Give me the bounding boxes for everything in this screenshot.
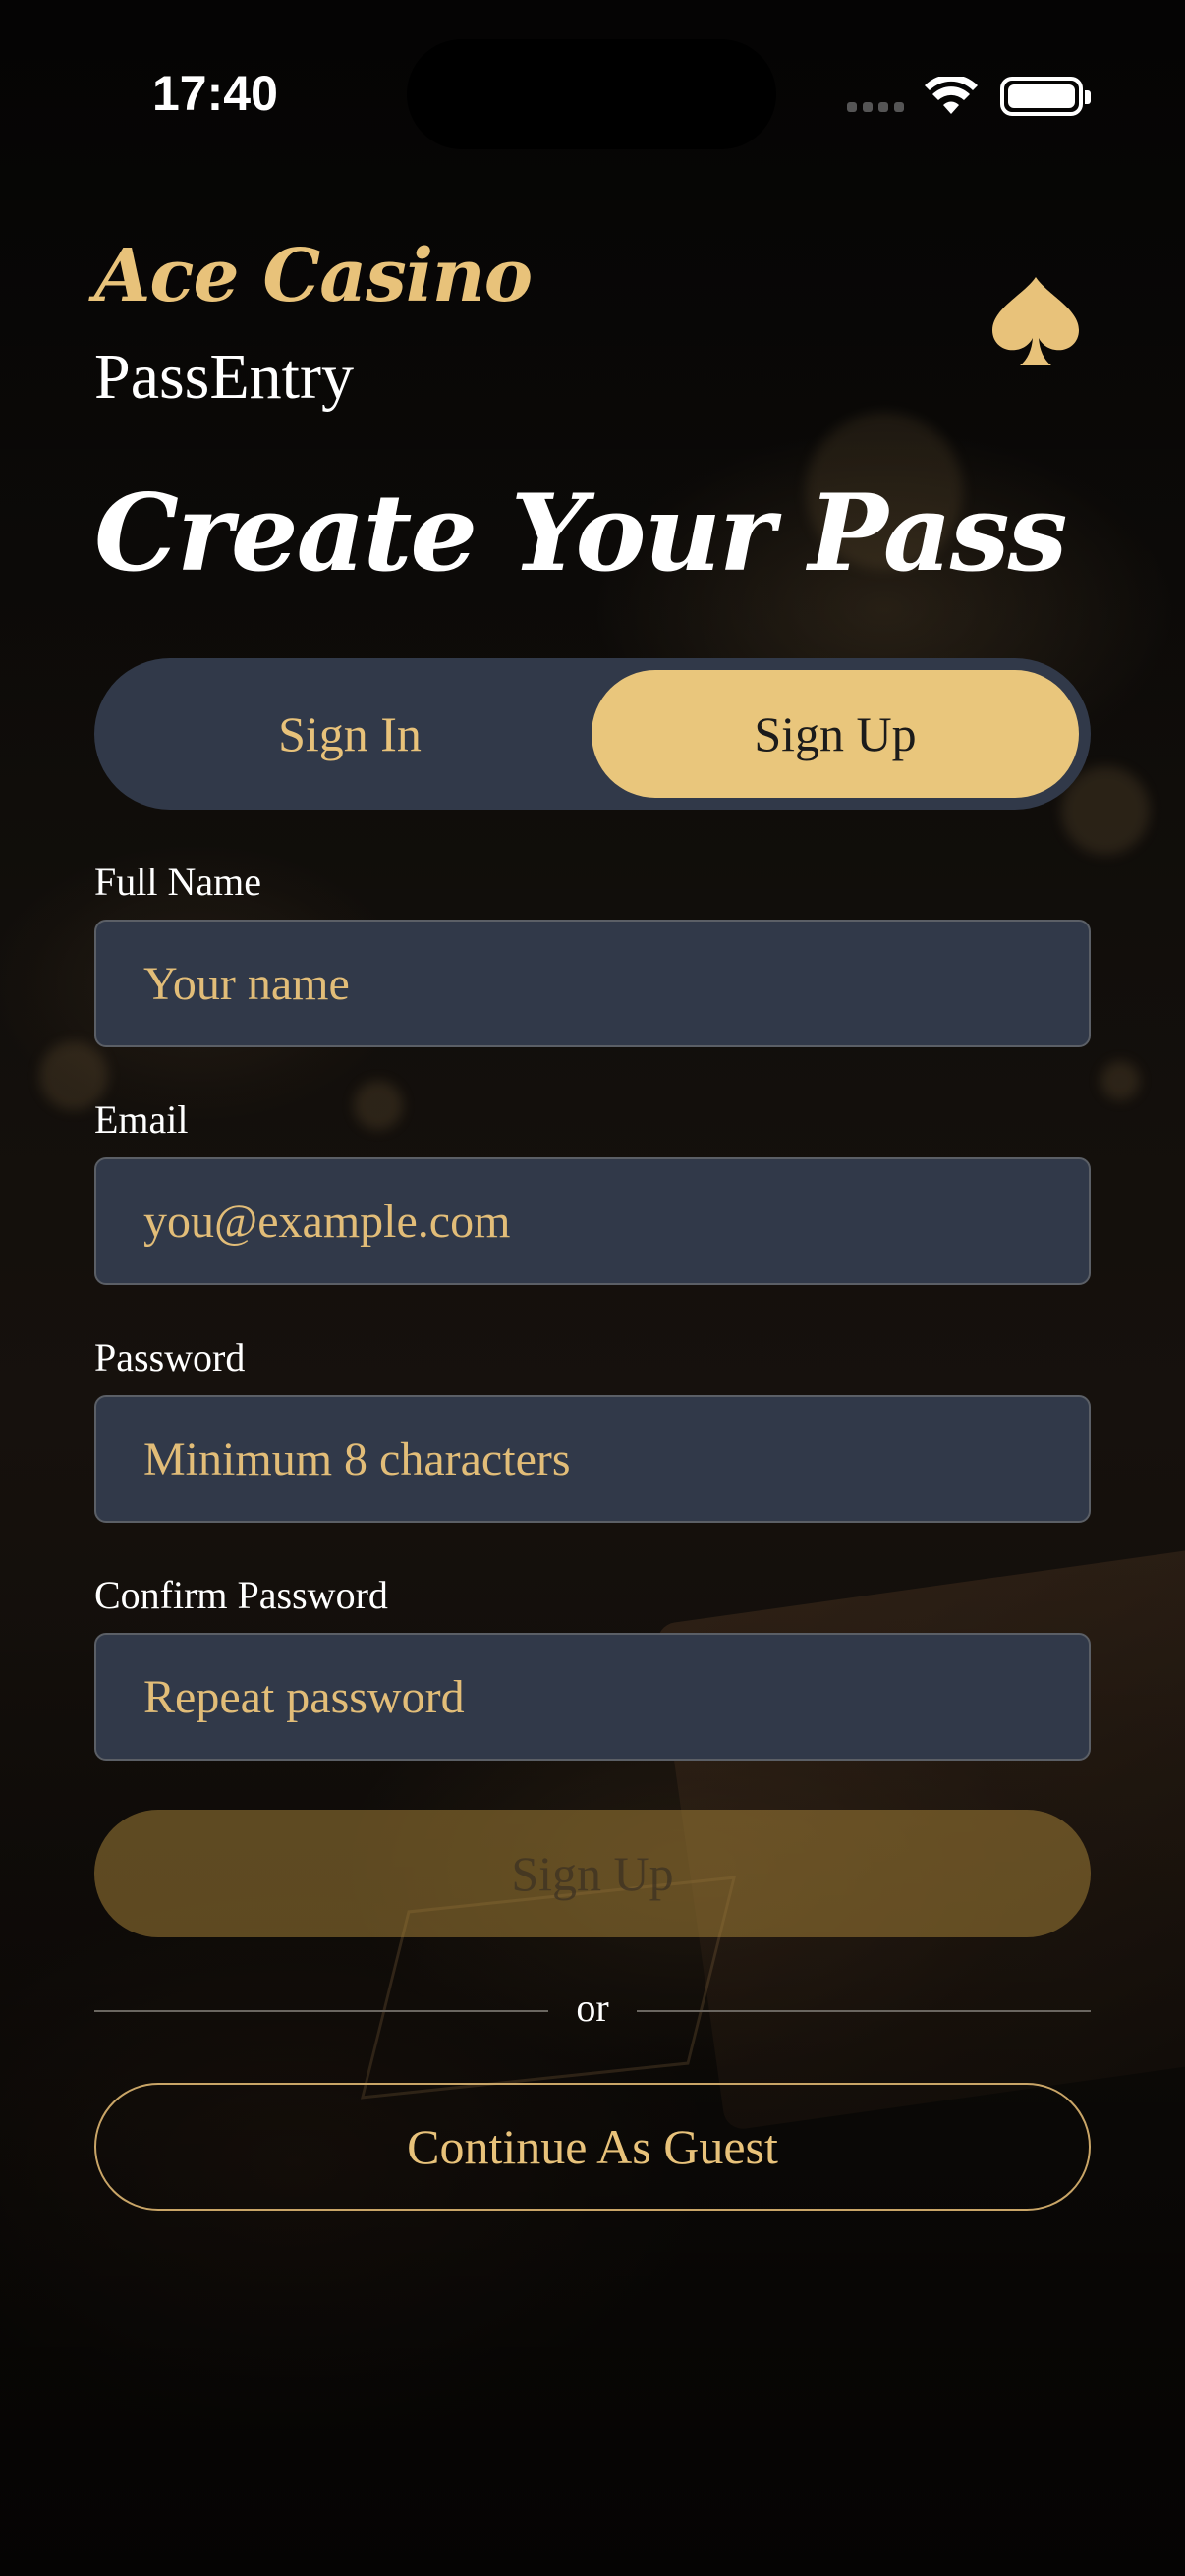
- divider-line-right: [637, 2010, 1091, 2012]
- brand-name: Ace Casino: [94, 234, 533, 318]
- or-divider: or: [94, 1985, 1091, 2040]
- confirm-password-input[interactable]: [94, 1633, 1091, 1761]
- divider-text: or: [576, 1986, 609, 2030]
- sign-up-button[interactable]: Sign Up: [94, 1810, 1091, 1937]
- spade-icon: [992, 277, 1079, 365]
- email-label: Email: [94, 1097, 189, 1142]
- full-name-input[interactable]: [94, 920, 1091, 1047]
- password-input[interactable]: [94, 1395, 1091, 1523]
- tab-sign-up[interactable]: Sign Up: [592, 670, 1079, 798]
- app-subtitle: PassEntry: [94, 341, 354, 413]
- battery-icon: [1000, 77, 1091, 116]
- dynamic-island: [407, 39, 776, 149]
- cellular-signal-icon: [847, 102, 906, 116]
- full-name-label: Full Name: [94, 860, 261, 904]
- confirm-password-label: Confirm Password: [94, 1573, 388, 1617]
- password-label: Password: [94, 1335, 246, 1379]
- wifi-icon: [925, 77, 978, 114]
- email-input[interactable]: [94, 1157, 1091, 1285]
- auth-mode-toggle: Sign In Sign Up: [94, 658, 1091, 810]
- status-bar: 17:40: [0, 0, 1185, 187]
- tab-sign-in[interactable]: Sign In: [106, 670, 593, 798]
- status-time: 17:40: [152, 66, 278, 121]
- continue-as-guest-button[interactable]: Continue As Guest: [94, 2083, 1091, 2211]
- page-title: Create Your Pass: [94, 472, 1067, 595]
